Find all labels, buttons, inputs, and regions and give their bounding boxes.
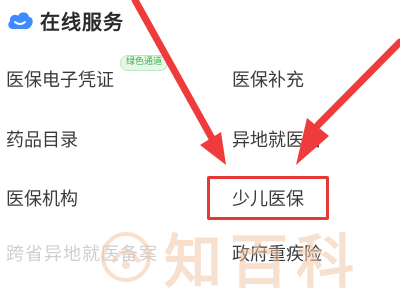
- service-item-medical-institutions[interactable]: 医保机构: [6, 185, 78, 211]
- cloud-icon: [8, 12, 33, 29]
- arrow-from-top: [131, 0, 226, 165]
- watermark-text: 知百科: [164, 228, 363, 296]
- service-item-drug-catalog[interactable]: 药品目录: [6, 126, 78, 152]
- section-title: 在线服务: [40, 9, 124, 34]
- watermark: 知百科: [100, 214, 400, 300]
- service-item-medical-e-voucher[interactable]: 医保电子凭证: [6, 66, 114, 92]
- service-item-supplementary-insurance[interactable]: 医保补充: [232, 66, 304, 92]
- service-item-offsite-medical-filing[interactable]: 异地就医备: [232, 126, 322, 152]
- section-header: 在线服务: [6, 6, 124, 34]
- watermark-logo-icon: [101, 232, 151, 282]
- status-badge: 绿色通道: [120, 55, 169, 71]
